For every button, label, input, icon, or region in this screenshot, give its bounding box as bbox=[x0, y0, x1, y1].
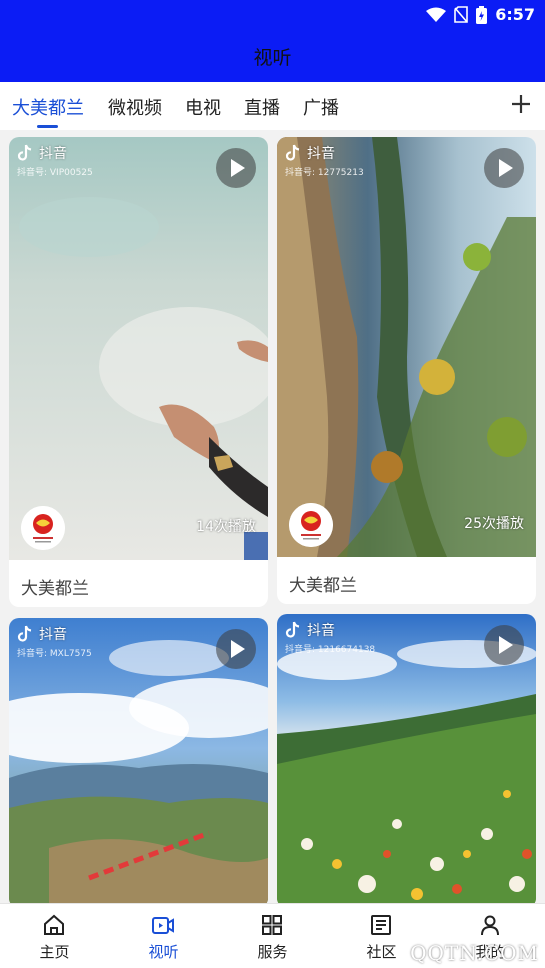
account-id: 抖音号: 1216674138 bbox=[285, 645, 376, 655]
play-button[interactable] bbox=[216, 148, 256, 188]
video-card[interactable]: 抖音 抖音号: MXL7575 bbox=[9, 618, 268, 908]
channel-logo-icon bbox=[289, 503, 333, 547]
channel-logo-icon bbox=[21, 506, 65, 550]
video-caption: 大美都兰 bbox=[289, 576, 357, 596]
grid-icon bbox=[262, 915, 282, 935]
video-thumbnail[interactable]: 抖音 抖音号: 1216674138 bbox=[277, 614, 536, 908]
nav-services[interactable]: 服务 bbox=[218, 904, 327, 968]
tab-dameidulan[interactable]: 大美都兰 bbox=[12, 94, 84, 120]
account-id: 抖音号: MXL7575 bbox=[17, 649, 92, 659]
platform-label: 抖音 bbox=[307, 623, 335, 639]
video-card[interactable]: 抖音 抖音号: 1216674138 bbox=[277, 614, 536, 908]
play-button[interactable] bbox=[484, 625, 524, 665]
tiktok-badge: 抖音 bbox=[285, 620, 335, 640]
newspaper-icon bbox=[371, 915, 391, 935]
account-id: 抖音号: VIP00525 bbox=[17, 168, 93, 178]
watermark: QQTN.COM bbox=[410, 941, 539, 965]
tiktok-badge: 抖音 bbox=[17, 624, 67, 644]
status-bar: 6:57 bbox=[0, 0, 545, 30]
view-count: 25次播放 bbox=[464, 516, 524, 532]
nav-home[interactable]: 主页 bbox=[0, 904, 109, 968]
no-sim-icon bbox=[454, 6, 469, 23]
battery-charging-icon bbox=[476, 5, 488, 24]
platform-label: 抖音 bbox=[39, 627, 67, 643]
platform-label: 抖音 bbox=[307, 146, 335, 162]
tiktok-badge: 抖音 bbox=[17, 143, 67, 163]
plus-icon[interactable] bbox=[509, 92, 533, 116]
wifi-icon bbox=[426, 7, 447, 22]
home-icon bbox=[44, 914, 64, 935]
account-id: 抖音号: 12775213 bbox=[285, 168, 364, 178]
tab-tv[interactable]: 电视 bbox=[185, 94, 221, 120]
user-icon bbox=[481, 915, 499, 936]
tiktok-icon bbox=[285, 621, 300, 638]
tiktok-icon bbox=[17, 144, 32, 161]
video-icon bbox=[152, 917, 174, 934]
video-card[interactable]: 抖音 抖音号: 12775213 25次播放 大美都兰 bbox=[277, 137, 536, 604]
video-thumbnail[interactable]: 抖音 抖音号: MXL7575 bbox=[9, 618, 268, 908]
view-count: 14次播放 bbox=[196, 519, 256, 535]
nav-label: 主页 bbox=[39, 943, 70, 961]
play-button[interactable] bbox=[216, 629, 256, 669]
nav-video[interactable]: 视听 bbox=[109, 904, 218, 968]
tiktok-icon bbox=[285, 144, 300, 161]
nav-label: 视听 bbox=[148, 943, 179, 961]
page-title: 视听 bbox=[253, 47, 292, 69]
video-caption: 大美都兰 bbox=[21, 579, 89, 599]
nav-label: 服务 bbox=[257, 943, 288, 961]
video-card[interactable]: 抖音 抖音号: VIP00525 14次播放 大美都兰 bbox=[9, 137, 268, 607]
tab-micro-video[interactable]: 微视频 bbox=[108, 94, 162, 120]
category-tabs: 大美都兰 微视频 电视 直播 广播 bbox=[0, 82, 545, 130]
active-tab-indicator bbox=[37, 125, 58, 128]
platform-label: 抖音 bbox=[39, 146, 67, 162]
play-button[interactable] bbox=[484, 148, 524, 188]
video-thumbnail[interactable]: 抖音 抖音号: 12775213 25次播放 bbox=[277, 137, 536, 557]
tiktok-badge: 抖音 bbox=[285, 143, 335, 163]
video-thumbnail[interactable]: 抖音 抖音号: VIP00525 14次播放 bbox=[9, 137, 268, 560]
title-bar: 视听 bbox=[0, 30, 545, 82]
tab-live[interactable]: 直播 bbox=[244, 94, 280, 120]
tab-radio[interactable]: 广播 bbox=[303, 94, 339, 120]
status-time: 6:57 bbox=[495, 5, 535, 24]
tiktok-icon bbox=[17, 625, 32, 642]
